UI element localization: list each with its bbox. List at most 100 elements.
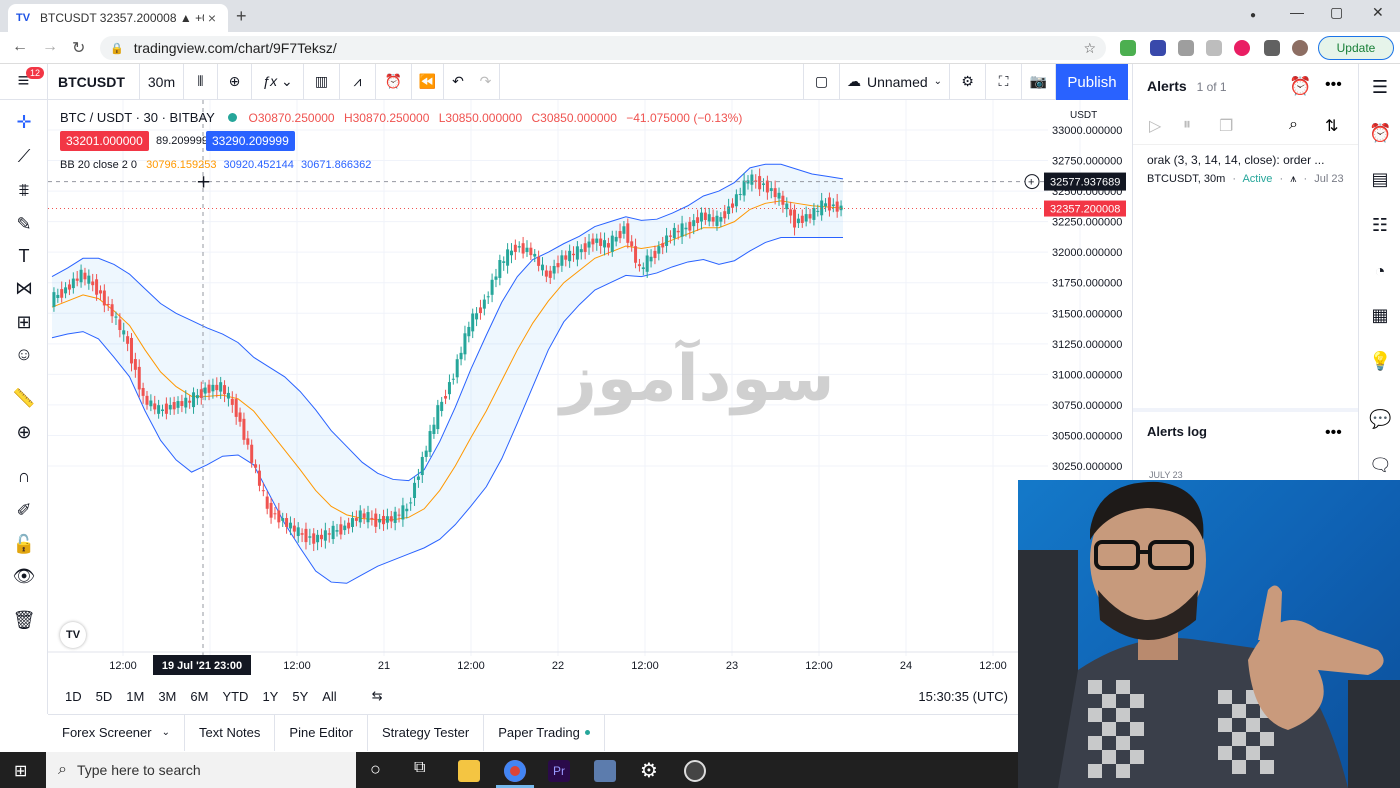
- alerts-clock-icon[interactable]: ⏰: [1369, 122, 1391, 144]
- replay-icon[interactable]: ⏪: [412, 63, 444, 100]
- text-tool-icon[interactable]: T: [12, 244, 36, 268]
- update-button[interactable]: Update: [1318, 36, 1394, 60]
- play-icon[interactable]: ▷: [1149, 116, 1161, 136]
- buy-button[interactable]: 33290.209999: [206, 131, 295, 151]
- hotlists-icon[interactable]: ◔: [1369, 260, 1391, 282]
- tf-all[interactable]: All: [315, 689, 343, 704]
- camera-snapshot-icon[interactable]: 📷: [1022, 63, 1056, 100]
- lock-drawings-icon[interactable]: 🔓: [12, 532, 36, 556]
- puzzle-extensions-icon[interactable]: [1264, 40, 1280, 56]
- settings-gear-icon[interactable]: ⚙: [640, 758, 658, 783]
- cortana-icon[interactable]: ○: [370, 759, 381, 780]
- settings-gear-icon[interactable]: ⚙: [950, 63, 986, 100]
- bookmark-star-icon[interactable]: ☆: [1083, 40, 1096, 57]
- tf-6m[interactable]: 6M: [183, 689, 215, 704]
- minimize-button[interactable]: —: [1290, 4, 1304, 20]
- chrome-icon[interactable]: [504, 760, 526, 782]
- avatar[interactable]: [1292, 40, 1308, 56]
- search-icon[interactable]: ⌕: [1289, 116, 1298, 134]
- ruler-icon[interactable]: 📏: [12, 386, 36, 410]
- extension-icon[interactable]: [1150, 40, 1166, 56]
- symbol-search-button[interactable]: BTCUSDT: [48, 63, 140, 100]
- extension-icon[interactable]: [1234, 40, 1250, 56]
- extension-icon[interactable]: [1178, 40, 1194, 56]
- sell-button[interactable]: 33201.000000: [60, 131, 149, 151]
- profile-dropdown-icon[interactable]: ●: [1250, 10, 1256, 21]
- layout-name-button[interactable]: ☁ Unnamed ⌄: [840, 63, 950, 100]
- tab-text-notes[interactable]: Text Notes: [185, 714, 276, 751]
- browser-tab[interactable]: TV BTCUSDT 32357.200008 ▲ +0.6… ×: [8, 4, 228, 32]
- undo-icon[interactable]: ↶: [444, 64, 472, 100]
- stay-drawing-icon[interactable]: ✐: [12, 498, 36, 522]
- alert-item[interactable]: orak (3, 3, 14, 14, close): order ... BT…: [1133, 144, 1359, 194]
- tab-pine-editor[interactable]: Pine Editor: [275, 714, 368, 751]
- close-window-button[interactable]: ✕: [1372, 4, 1384, 21]
- url-field[interactable]: 🔒 tradingview.com/chart/9F7Teksz/ ☆: [100, 36, 1106, 60]
- reload-icon[interactable]: ↻: [72, 38, 85, 58]
- prediction-icon[interactable]: ⊞: [12, 310, 36, 334]
- file-explorer-icon[interactable]: [458, 760, 480, 782]
- redo-icon[interactable]: ↷: [472, 63, 500, 100]
- crosshair-icon[interactable]: ✛: [12, 110, 36, 134]
- pattern-icon[interactable]: ⋈: [12, 276, 36, 300]
- tf-5y[interactable]: 5Y: [285, 689, 315, 704]
- messages-icon[interactable]: 🗨: [1369, 454, 1392, 476]
- hide-drawings-icon[interactable]: 👁: [12, 564, 36, 588]
- tab-close-icon[interactable]: ×: [204, 10, 220, 26]
- taskbar-search[interactable]: ⌕ Type here to search: [46, 752, 356, 788]
- tf-1m[interactable]: 1M: [119, 689, 151, 704]
- menu-button[interactable]: ≡ 12: [0, 63, 48, 100]
- extension-icon[interactable]: [1206, 40, 1222, 56]
- financials-icon[interactable]: ▥: [304, 63, 340, 100]
- copy-icon[interactable]: ❐: [1219, 116, 1233, 136]
- emoji-icon[interactable]: ☺: [12, 342, 36, 366]
- alert-icon[interactable]: ⏰: [376, 63, 412, 100]
- sort-icon[interactable]: ⇅: [1325, 116, 1338, 136]
- pause-icon[interactable]: ⏸: [1183, 116, 1191, 134]
- news-icon[interactable]: ▤: [1369, 168, 1391, 190]
- watchlist-icon[interactable]: ☰: [1369, 76, 1391, 98]
- tab-strategy-tester[interactable]: Strategy Tester: [368, 714, 485, 751]
- tf-ytd[interactable]: YTD: [215, 689, 255, 704]
- compare-add-icon[interactable]: ⊕: [218, 63, 252, 100]
- candles-icon[interactable]: ⫴: [184, 63, 218, 100]
- clock-label[interactable]: 15:30:35 (UTC): [918, 689, 1008, 704]
- trendline-icon[interactable]: ⟋: [12, 144, 36, 168]
- ideas-bulb-icon[interactable]: 💡: [1369, 350, 1391, 372]
- tab-forex-screener[interactable]: Forex Screener ⌄: [48, 714, 185, 751]
- indicators-icon[interactable]: ƒx ⌄: [252, 63, 304, 100]
- more-options-icon[interactable]: •••: [1325, 76, 1342, 94]
- tradingview-logo-icon[interactable]: TV: [60, 622, 86, 648]
- premiere-icon[interactable]: Pr: [548, 760, 570, 782]
- back-icon[interactable]: ←: [12, 38, 28, 56]
- add-alert-icon[interactable]: ⏰: [1289, 76, 1311, 97]
- magnet-icon[interactable]: ∩: [12, 464, 36, 488]
- calendar-icon[interactable]: ▦: [1369, 304, 1391, 326]
- zoom-in-icon[interactable]: ⊕: [12, 420, 36, 444]
- windows-start-icon[interactable]: ⊞: [14, 761, 27, 781]
- fib-tool-icon[interactable]: ⩨: [12, 178, 36, 202]
- trash-icon[interactable]: 🗑: [12, 608, 36, 632]
- new-tab-button[interactable]: +: [236, 6, 247, 27]
- chats-icon[interactable]: 💬: [1369, 408, 1391, 430]
- layout-icon[interactable]: ▢: [804, 63, 840, 100]
- publish-button[interactable]: Publish: [1056, 64, 1128, 100]
- maximize-button[interactable]: ▢: [1330, 4, 1343, 21]
- date-range-icon[interactable]: ⇆: [372, 688, 383, 704]
- brush-icon[interactable]: ✎: [12, 212, 36, 236]
- tf-3m[interactable]: 3M: [151, 689, 183, 704]
- tf-1y[interactable]: 1Y: [255, 689, 285, 704]
- interval-button[interactable]: 30m: [140, 63, 184, 100]
- calculator-icon[interactable]: [594, 760, 616, 782]
- forward-icon[interactable]: →: [42, 38, 58, 56]
- fullscreen-icon[interactable]: ⛶: [986, 63, 1022, 100]
- tf-5d[interactable]: 5D: [89, 689, 120, 704]
- data-window-icon[interactable]: ☷: [1369, 214, 1391, 236]
- tab-paper-trading[interactable]: Paper Trading: [484, 714, 605, 751]
- templates-icon[interactable]: ⩘: [340, 63, 376, 100]
- extension-icon[interactable]: [1120, 40, 1136, 56]
- task-view-icon[interactable]: ⧉: [414, 759, 425, 777]
- log-more-options-icon[interactable]: •••: [1325, 424, 1342, 442]
- tf-1d[interactable]: 1D: [58, 689, 89, 704]
- obs-icon[interactable]: [684, 760, 706, 782]
